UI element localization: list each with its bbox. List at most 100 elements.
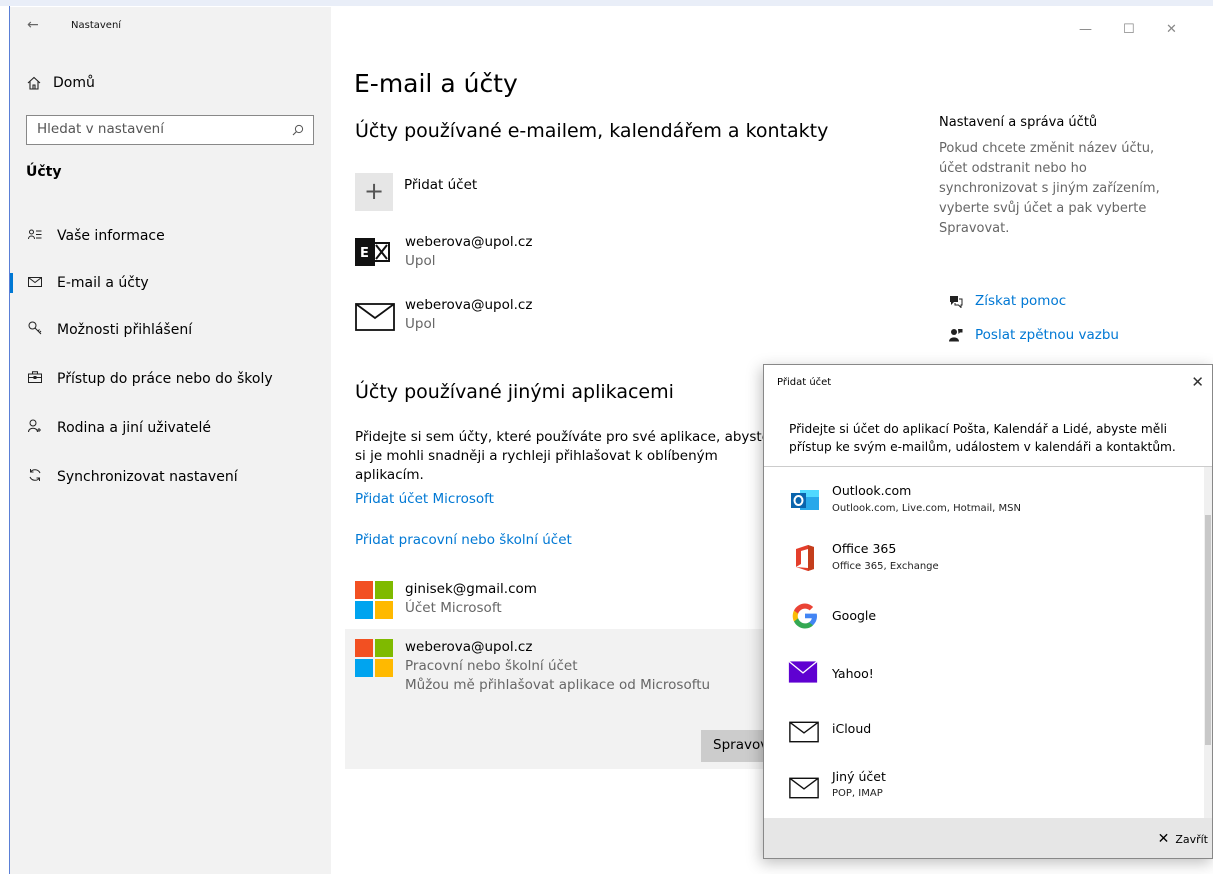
add-work-account-link[interactable]: Přidat pracovní nebo školní účet: [355, 532, 572, 548]
office-icon: [796, 545, 814, 571]
google-icon: [792, 603, 817, 629]
mail-icon: [789, 777, 819, 799]
sync-icon: [26, 468, 44, 486]
account-type: Pracovní nebo školní účet: [405, 658, 578, 674]
other-apps-title: Účty používané jinými aplikacemi: [355, 381, 674, 403]
briefcase-icon: [26, 371, 44, 387]
account-provider: Upol: [405, 253, 436, 269]
divider: [764, 466, 1212, 467]
scrollbar-thumb[interactable]: [1205, 515, 1211, 745]
search-placeholder: Hledat v nastavení: [37, 121, 164, 137]
send-feedback-label: Poslat zpětnou vazbu: [975, 327, 1119, 343]
search-input[interactable]: Hledat v nastavení: [26, 115, 314, 145]
mail-icon: [355, 303, 395, 331]
sidebar-item-family[interactable]: Rodina a jiní uživatelé: [9, 410, 331, 446]
sidebar-item-email-accounts[interactable]: E-mail a účty: [9, 265, 331, 301]
provider-outlook[interactable]: Outlook.com Outlook.com, Live.com, Hotma…: [764, 473, 1204, 529]
nav-home[interactable]: Domů: [27, 75, 95, 91]
sidebar-item-work-access[interactable]: Přístup do práce nebo do školy: [9, 361, 331, 397]
add-person-icon: [26, 419, 44, 437]
add-account-button[interactable]: +: [355, 173, 393, 211]
provider-icloud[interactable]: iCloud: [764, 701, 1204, 757]
right-panel-heading: Nastavení a správa účtů: [939, 115, 1098, 130]
app-account-work[interactable]: weberova@upol.cz Pracovní nebo školní úč…: [355, 639, 755, 699]
microsoft-logo-icon: [355, 581, 393, 619]
close-label: Zavřít: [1175, 832, 1208, 846]
account-type: Účet Microsoft: [405, 600, 502, 616]
feedback-person-icon: [949, 329, 963, 342]
email-account-exchange[interactable]: E weberova@upol.cz Upol: [355, 234, 655, 274]
provider-name: iCloud: [832, 721, 872, 736]
right-panel-text: Pokud chcete změnit název účtu, účet ods…: [939, 141, 1160, 236]
user-card-icon: [26, 229, 44, 244]
account-email: weberova@upol.cz: [405, 297, 533, 313]
provider-sub: Outlook.com, Live.com, Hotmail, MSN: [832, 503, 1021, 514]
add-account-label[interactable]: Přidat účet: [404, 177, 477, 193]
email-section-title: Účty používané e-mailem, kalendářem a ko…: [355, 120, 829, 142]
sidebar-item-your-info[interactable]: Vaše informace: [9, 218, 331, 254]
sidebar-item-label: Vaše informace: [57, 228, 165, 244]
mail-icon: [789, 721, 819, 743]
other-apps-description: Přidejte si sem účty, které používáte pr…: [355, 429, 771, 483]
dialog-footer: ✕ Zavřít: [764, 818, 1212, 858]
dialog-title: Přidat účet: [777, 377, 832, 388]
get-help-label: Získat pomoc: [975, 293, 1067, 309]
sidebar-item-label: E-mail a účty: [57, 275, 149, 291]
microsoft-logo-icon: [355, 639, 393, 677]
account-email: weberova@upol.cz: [405, 234, 533, 250]
sidebar-item-label: Rodina a jiní uživatelé: [57, 420, 211, 436]
provider-name: Office 365: [832, 541, 897, 556]
maximize-button[interactable]: ☐: [1123, 22, 1135, 37]
sidebar-item-label: Přístup do práce nebo do školy: [57, 371, 273, 387]
sidebar: ← Nastavení Domů Hledat v nastavení Účty…: [9, 7, 331, 874]
provider-google[interactable]: Google: [764, 589, 1204, 645]
plus-icon: +: [363, 177, 385, 205]
account-provider: Upol: [405, 316, 436, 332]
account-email: weberova@upol.cz: [405, 639, 533, 655]
exchange-icon: E: [355, 238, 390, 266]
dialog-description: Přidejte si účet do aplikací Pošta, Kale…: [789, 422, 1176, 454]
provider-name: Jiný účet: [832, 769, 886, 784]
mail-icon: [26, 276, 44, 291]
top-strip: [0, 0, 1213, 6]
app-account-gmail[interactable]: ginisek@gmail.com Účet Microsoft: [355, 581, 755, 621]
title-bar: ← Nastavení: [9, 7, 331, 43]
nav-home-label: Domů: [53, 75, 95, 91]
send-feedback-link[interactable]: Poslat zpětnou vazbu: [949, 327, 1119, 343]
provider-name: Yahoo!: [832, 666, 874, 681]
back-arrow-icon[interactable]: ←: [27, 17, 39, 33]
minimize-button[interactable]: —: [1079, 22, 1092, 37]
provider-name: Outlook.com: [832, 483, 912, 498]
key-icon: [26, 321, 44, 339]
window-border: [9, 6, 10, 874]
sidebar-item-label: Synchronizovat nastavení: [57, 469, 238, 485]
get-help-link[interactable]: Získat pomoc: [949, 293, 1066, 309]
section-title: Účty: [26, 164, 62, 180]
app-title: Nastavení: [71, 20, 122, 31]
sidebar-item-signin-options[interactable]: Možnosti přihlášení: [9, 312, 331, 348]
outlook-icon: [791, 490, 819, 510]
add-microsoft-account-link[interactable]: Přidat účet Microsoft: [355, 491, 494, 507]
account-note: Můžou mě přihlašovat aplikace od Microso…: [405, 677, 711, 693]
provider-yahoo[interactable]: Yahoo!: [764, 645, 1204, 701]
provider-other[interactable]: Jiný účet POP, IMAP: [764, 757, 1204, 813]
dialog-close-button[interactable]: ✕ Zavřít: [1158, 831, 1208, 847]
add-account-dialog: Přidat účet ✕ Přidejte si účet do aplika…: [763, 364, 1213, 859]
email-account-mail[interactable]: weberova@upol.cz Upol: [355, 297, 655, 337]
provider-sub: Office 365, Exchange: [832, 561, 939, 572]
close-icon[interactable]: ✕: [1191, 373, 1204, 391]
home-icon: [27, 76, 41, 90]
account-email: ginisek@gmail.com: [405, 581, 537, 597]
search-icon: [292, 124, 304, 136]
close-window-button[interactable]: ✕: [1166, 22, 1177, 37]
sidebar-item-label: Možnosti přihlášení: [57, 322, 193, 338]
help-chat-icon: [950, 295, 963, 308]
provider-sub: POP, IMAP: [832, 788, 883, 799]
yahoo-icon: [788, 660, 818, 683]
dialog-scrollbar[interactable]: [1204, 467, 1212, 819]
sidebar-item-sync[interactable]: Synchronizovat nastavení: [9, 459, 331, 495]
close-icon: ✕: [1157, 831, 1170, 847]
provider-office365[interactable]: Office 365 Office 365, Exchange: [764, 531, 1204, 587]
manage-button[interactable]: Spravovat: [701, 730, 765, 762]
provider-name: Google: [832, 608, 877, 623]
